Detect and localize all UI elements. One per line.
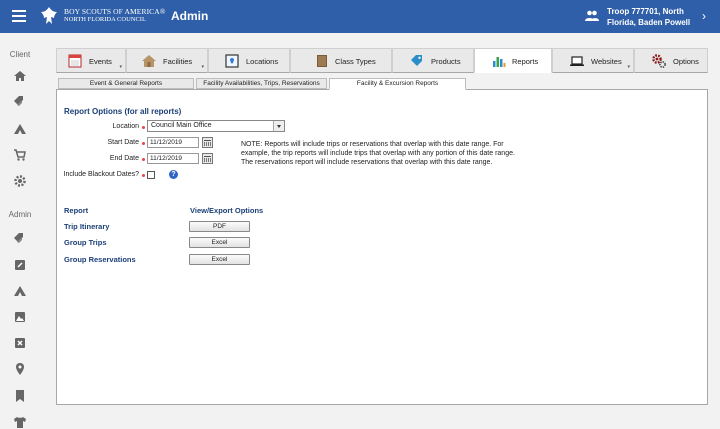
tab-events[interactable]: Events ▾ [56, 48, 126, 73]
required-indicator [142, 126, 145, 129]
chevron-right-icon[interactable]: › [702, 10, 706, 22]
main-tabs: Events ▾ Facilities ▾ Locations Class Ty… [56, 48, 708, 73]
bookmark-icon[interactable] [13, 389, 27, 403]
tab-locations[interactable]: Locations [208, 48, 290, 73]
group-trips-excel-button[interactable]: Excel [189, 237, 250, 248]
options-column-header: View/Export Options [190, 206, 264, 215]
top-bar: BOY SCOUTS OF AMERICA® NORTH FLORIDA COU… [0, 0, 720, 33]
map-icon [225, 54, 239, 68]
close-box-icon[interactable] [13, 336, 27, 350]
side-nav: Client Admin [0, 33, 40, 429]
tags-icon[interactable] [13, 95, 27, 109]
tent-icon[interactable] [13, 122, 27, 136]
report-name-trip-itinerary: Trip Itinerary [64, 222, 110, 231]
group-reservations-excel-button[interactable]: Excel [189, 254, 250, 265]
calendar-icon [68, 54, 82, 68]
bsa-logo-icon [41, 7, 57, 24]
location-select[interactable]: Council Main Office [147, 120, 285, 132]
tab-reports[interactable]: Reports [474, 48, 552, 73]
tab-class-types[interactable]: Class Types [290, 48, 392, 73]
gear-icon[interactable] [13, 174, 27, 188]
menu-icon[interactable] [12, 10, 26, 23]
required-indicator [142, 174, 145, 177]
user-group-icon[interactable] [585, 10, 599, 22]
app-title: Admin [171, 9, 209, 23]
dropdown-arrow-icon: ▾ [119, 64, 122, 70]
tab-options[interactable]: Options [634, 48, 708, 73]
dropdown-arrow-icon: ▾ [201, 64, 204, 70]
blackout-checkbox[interactable] [147, 171, 155, 179]
chevron-down-icon[interactable] [273, 121, 284, 131]
user-account[interactable]: Troop 777701, North Florida, Baden Powel… [607, 6, 690, 28]
location-label: Location [112, 123, 139, 130]
end-date-label: End Date [109, 155, 139, 162]
tags-icon[interactable] [13, 232, 27, 246]
price-tag-icon [411, 55, 422, 66]
cart-icon[interactable] [13, 148, 27, 162]
sidebar-heading-client: Client [9, 50, 31, 59]
report-name-group-reservations: Group Reservations [64, 255, 136, 264]
report-column-header: Report [64, 206, 89, 215]
shirt-icon[interactable] [13, 415, 27, 429]
org-name: BOY SCOUTS OF AMERICA® NORTH FLORIDA COU… [64, 7, 166, 24]
calendar-icon[interactable] [202, 137, 213, 148]
start-date-label: Start Date [107, 139, 139, 146]
required-indicator [142, 158, 145, 161]
help-icon[interactable]: ? [169, 170, 178, 179]
dropdown-arrow-icon: ▾ [627, 64, 630, 70]
start-date-input[interactable]: 11/12/2019 [147, 137, 199, 148]
laptop-icon [570, 56, 584, 66]
map-pin-icon[interactable] [13, 362, 27, 376]
end-date-input[interactable]: 11/12/2019 [147, 153, 199, 164]
blackout-label: Include Blackout Dates? [63, 171, 140, 178]
book-icon [317, 55, 327, 67]
ticket-icon[interactable] [13, 258, 27, 272]
sidebar-heading-admin: Admin [8, 210, 32, 219]
house-icon [142, 55, 156, 67]
gears-icon [652, 54, 666, 68]
subtab-facility-excursion-reports[interactable]: Facility & Excursion Reports [329, 78, 466, 90]
calendar-icon[interactable] [202, 153, 213, 164]
date-range-note: NOTE: Reports will include trips or rese… [241, 141, 515, 166]
tab-products[interactable]: Products [392, 48, 474, 73]
subtab-facility-availabilities[interactable]: Facility Availabilities, Trips, Reservat… [196, 78, 327, 89]
report-name-group-trips: Group Trips [64, 238, 107, 247]
tab-facilities[interactable]: Facilities ▾ [126, 48, 208, 73]
trip-itinerary-pdf-button[interactable]: PDF [189, 221, 250, 232]
section-title: Report Options (for all reports) [64, 107, 182, 116]
tab-websites[interactable]: Websites ▾ [552, 48, 634, 73]
bar-chart-icon [493, 57, 506, 67]
subtab-event-general-reports[interactable]: Event & General Reports [58, 78, 194, 89]
required-indicator [142, 142, 145, 145]
image-icon[interactable] [13, 310, 27, 324]
tent-icon[interactable] [13, 284, 27, 298]
home-icon[interactable] [13, 69, 27, 83]
